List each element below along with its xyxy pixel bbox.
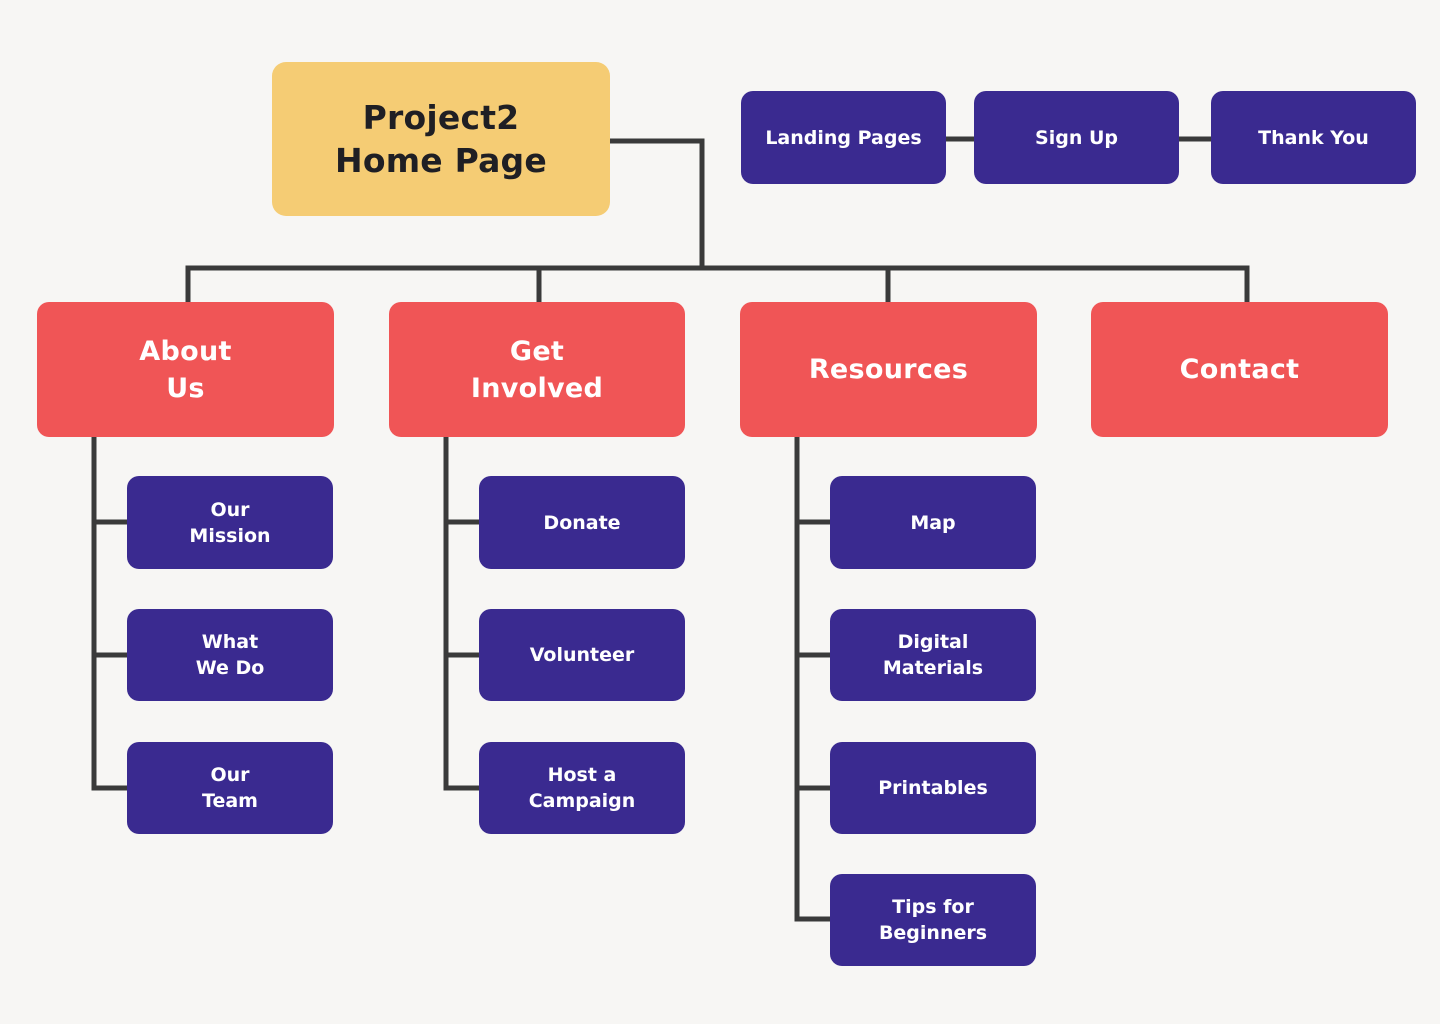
node-host-a-campaign-label: Host a Campaign [528,764,636,812]
node-thank-you-label: Thank You [1258,126,1369,149]
node-get-involved[interactable]: Get Involved [389,302,685,437]
node-our-mission[interactable]: Our Mission [127,476,333,569]
node-landing-pages[interactable]: Landing Pages [741,91,946,184]
node-resources[interactable]: Resources [740,302,1037,437]
node-printables-label: Printables [878,777,988,799]
node-sign-up[interactable]: Sign Up [974,91,1179,184]
node-digital-materials-label: Digital Materials [882,631,984,679]
node-donate-label: Donate [543,511,621,534]
node-our-team-label: Our Team [202,764,258,812]
node-what-we-do-label: What We Do [195,631,265,679]
node-home-page-label: Project2 Home Page [335,98,547,180]
node-map-label: Map [910,511,956,534]
node-volunteer[interactable]: Volunteer [479,609,685,701]
node-resources-label: Resources [808,354,969,385]
node-about-us[interactable]: About Us [37,302,334,437]
node-host-a-campaign[interactable]: Host a Campaign [479,742,685,834]
node-contact[interactable]: Contact [1091,302,1388,437]
node-thank-you[interactable]: Thank You [1211,91,1416,184]
node-printables[interactable]: Printables [830,742,1036,834]
node-what-we-do[interactable]: What We Do [127,609,333,701]
connector-root-to-bus [607,138,705,271]
sitemap-diagram: Project2 Home Page Landing Pages Sign Up… [0,0,1440,1024]
node-get-involved-label: Get Involved [470,335,604,404]
node-digital-materials[interactable]: Digital Materials [830,609,1036,701]
node-about-us-label: About Us [139,335,232,404]
node-our-team[interactable]: Our Team [127,742,333,834]
node-tips-for-beginners[interactable]: Tips for Beginners [830,874,1036,966]
node-volunteer-label: Volunteer [529,644,635,666]
node-sign-up-label: Sign Up [1035,126,1118,149]
node-donate[interactable]: Donate [479,476,685,569]
node-landing-pages-label: Landing Pages [765,126,922,149]
node-our-mission-label: Our Mission [189,498,271,547]
node-home-page[interactable]: Project2 Home Page [272,62,610,216]
node-tips-for-beginners-label: Tips for Beginners [878,896,988,944]
node-map[interactable]: Map [830,476,1036,569]
node-contact-label: Contact [1179,354,1300,385]
